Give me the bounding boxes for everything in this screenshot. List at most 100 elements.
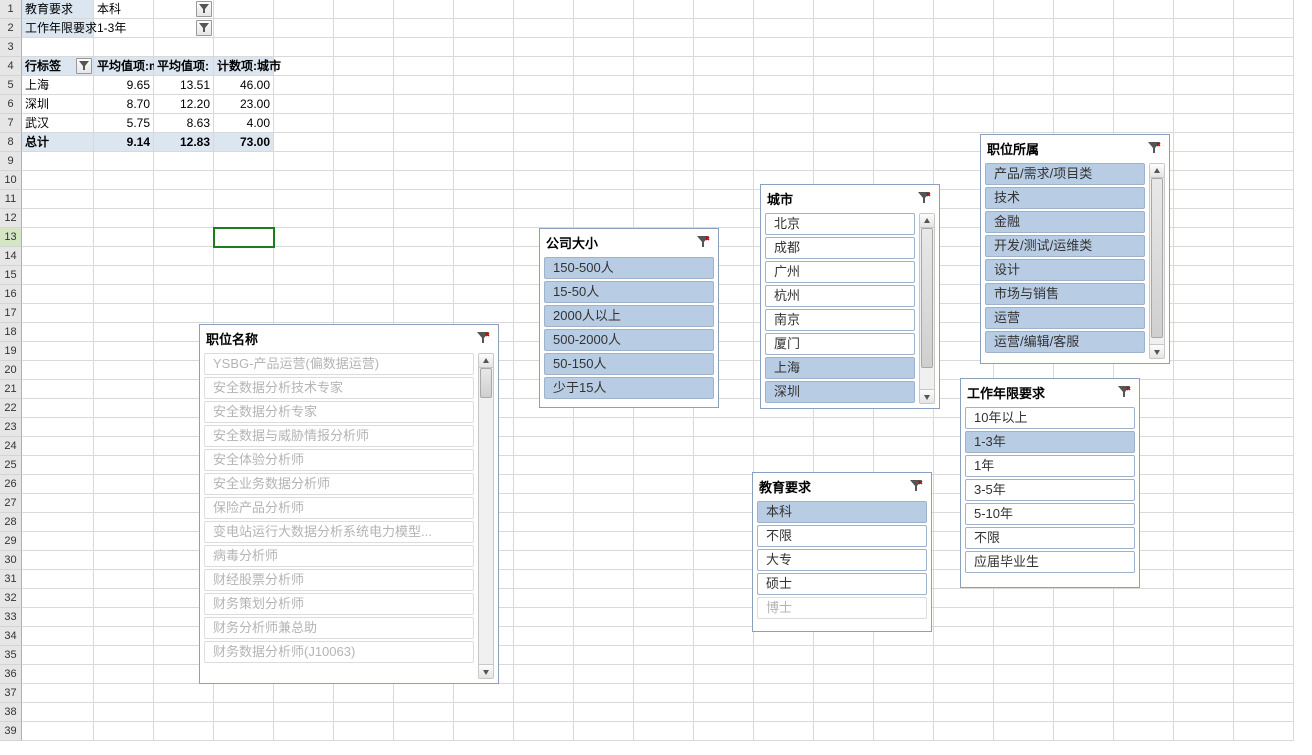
cell-B25[interactable]	[94, 456, 154, 475]
slicer-position-item-10[interactable]: 财务策划分析师	[204, 593, 474, 615]
cell-B10[interactable]	[94, 171, 154, 190]
cell-A37[interactable]	[22, 684, 94, 703]
cell-T2[interactable]	[1174, 19, 1234, 38]
cell-J28[interactable]	[574, 513, 634, 532]
row-header-29[interactable]: 29	[0, 532, 22, 551]
cell-A4[interactable]: 行标签	[22, 57, 94, 76]
cell-Q32[interactable]	[994, 589, 1054, 608]
cell-M24[interactable]	[754, 437, 814, 456]
cell-I39[interactable]	[514, 722, 574, 741]
cell-U20[interactable]	[1234, 361, 1294, 380]
row-header-6[interactable]: 6	[0, 95, 22, 114]
cell-P35[interactable]	[934, 646, 994, 665]
cell-F1[interactable]	[334, 0, 394, 19]
scroll-up-icon[interactable]	[479, 354, 493, 368]
cell-S36[interactable]	[1114, 665, 1174, 684]
cell-H39[interactable]	[454, 722, 514, 741]
cell-D10[interactable]	[214, 171, 274, 190]
cell-B1[interactable]: 本科	[94, 0, 154, 19]
cell-K38[interactable]	[634, 703, 694, 722]
cell-I9[interactable]	[514, 152, 574, 171]
cell-I38[interactable]	[514, 703, 574, 722]
cell-H13[interactable]	[454, 228, 514, 247]
cell-R1[interactable]	[1054, 0, 1114, 19]
cell-U9[interactable]	[1234, 152, 1294, 171]
cell-J11[interactable]	[574, 190, 634, 209]
cell-D7[interactable]: 4.00	[214, 114, 274, 133]
slicer-company-item-2[interactable]: 2000人以上	[544, 305, 714, 327]
slicer-education-item-4[interactable]: 博士	[757, 597, 927, 619]
cell-L37[interactable]	[694, 684, 754, 703]
row-header-36[interactable]: 36	[0, 665, 22, 684]
cell-L36[interactable]	[694, 665, 754, 684]
slicer-position-item-7[interactable]: 变电站运行大数据分析系统电力模型...	[204, 521, 474, 543]
cell-I26[interactable]	[514, 475, 574, 494]
cell-F15[interactable]	[334, 266, 394, 285]
cell-F7[interactable]	[334, 114, 394, 133]
scroll-down-icon[interactable]	[1150, 344, 1164, 358]
cell-U3[interactable]	[1234, 38, 1294, 57]
cell-G13[interactable]	[394, 228, 454, 247]
cell-R36[interactable]	[1054, 665, 1114, 684]
cell-K1[interactable]	[634, 0, 694, 19]
cell-I10[interactable]	[514, 171, 574, 190]
cell-C12[interactable]	[154, 209, 214, 228]
cell-I11[interactable]	[514, 190, 574, 209]
cell-B21[interactable]	[94, 380, 154, 399]
cell-U25[interactable]	[1234, 456, 1294, 475]
cell-A19[interactable]	[22, 342, 94, 361]
slicer-position-scrollbar[interactable]	[478, 353, 494, 679]
cell-D12[interactable]	[214, 209, 274, 228]
cell-Q3[interactable]	[994, 38, 1054, 57]
cell-K10[interactable]	[634, 171, 694, 190]
cell-U33[interactable]	[1234, 608, 1294, 627]
cell-E14[interactable]	[274, 247, 334, 266]
slicer-position-item-6[interactable]: 保险产品分析师	[204, 497, 474, 519]
slicer-position-item-12[interactable]: 财务数据分析师(J10063)	[204, 641, 474, 663]
cell-L25[interactable]	[694, 456, 754, 475]
cell-B33[interactable]	[94, 608, 154, 627]
cell-U11[interactable]	[1234, 190, 1294, 209]
cell-P39[interactable]	[934, 722, 994, 741]
cell-H7[interactable]	[454, 114, 514, 133]
cell-T16[interactable]	[1174, 285, 1234, 304]
cell-T12[interactable]	[1174, 209, 1234, 228]
cell-P7[interactable]	[934, 114, 994, 133]
row-header-23[interactable]: 23	[0, 418, 22, 437]
cell-B30[interactable]	[94, 551, 154, 570]
cell-G4[interactable]	[394, 57, 454, 76]
cell-K25[interactable]	[634, 456, 694, 475]
cell-K34[interactable]	[634, 627, 694, 646]
cell-J10[interactable]	[574, 171, 634, 190]
cell-L12[interactable]	[694, 209, 754, 228]
slicer-category-item-1[interactable]: 技术	[985, 187, 1145, 209]
cell-E6[interactable]	[274, 95, 334, 114]
cell-J24[interactable]	[574, 437, 634, 456]
cell-L2[interactable]	[694, 19, 754, 38]
cell-T19[interactable]	[1174, 342, 1234, 361]
cell-A10[interactable]	[22, 171, 94, 190]
row-header-4[interactable]: 4	[0, 57, 22, 76]
cell-U10[interactable]	[1234, 171, 1294, 190]
cell-R7[interactable]	[1054, 114, 1114, 133]
cell-G10[interactable]	[394, 171, 454, 190]
cell-U14[interactable]	[1234, 247, 1294, 266]
cell-L3[interactable]	[694, 38, 754, 57]
cell-T24[interactable]	[1174, 437, 1234, 456]
cell-J1[interactable]	[574, 0, 634, 19]
row-header-16[interactable]: 16	[0, 285, 22, 304]
cell-B39[interactable]	[94, 722, 154, 741]
cell-I23[interactable]	[514, 418, 574, 437]
cell-F5[interactable]	[334, 76, 394, 95]
row-header-35[interactable]: 35	[0, 646, 22, 665]
cell-S4[interactable]	[1114, 57, 1174, 76]
slicer-position-item-11[interactable]: 财务分析师兼总助	[204, 617, 474, 639]
filter-years-dropdown[interactable]	[196, 20, 212, 36]
row-header-30[interactable]: 30	[0, 551, 22, 570]
cell-H10[interactable]	[454, 171, 514, 190]
cell-E39[interactable]	[274, 722, 334, 741]
cell-S35[interactable]	[1114, 646, 1174, 665]
cell-H4[interactable]	[454, 57, 514, 76]
cell-R33[interactable]	[1054, 608, 1114, 627]
cell-O1[interactable]	[874, 0, 934, 19]
